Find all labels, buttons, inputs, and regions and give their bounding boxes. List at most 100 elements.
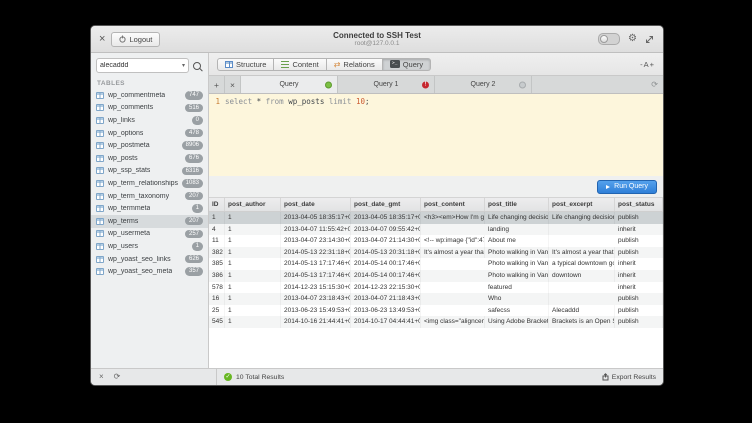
result-cell: 2013-04-07 23:18:43+0 <box>281 293 351 305</box>
result-cell: 1 <box>209 212 225 224</box>
column-header[interactable]: post_author <box>225 198 281 211</box>
sidebar-table-item[interactable]: wp_ssp_stats 6316 <box>91 165 208 178</box>
result-cell: 2014-05-13 22:31:18+0 <box>281 247 351 259</box>
run-query-button[interactable]: Run Query <box>597 180 657 194</box>
result-cell: Using Adobe Brackets as <box>485 316 549 328</box>
sidebar-table-item[interactable]: wp_comments 516 <box>91 102 208 115</box>
results-table: IDpost_authorpost_datepost_date_gmtpost_… <box>209 198 663 368</box>
result-cell: 2013-04-05 18:35:17+0 <box>281 212 351 224</box>
result-row[interactable]: 112013-04-05 18:35:17+02013-04-05 18:35:… <box>209 212 663 224</box>
sidebar-table-item[interactable]: wp_termmeta 1 <box>91 202 208 215</box>
sidebar-table-item[interactable]: wp_options 478 <box>91 127 208 140</box>
remove-table-button[interactable]: × <box>99 373 104 381</box>
add-query-tab-button[interactable]: + <box>209 76 225 93</box>
result-row[interactable]: 1612013-04-07 23:18:43+02013-04-07 21:18… <box>209 293 663 305</box>
result-cell: publish <box>615 212 663 224</box>
result-cell: 2014-10-17 04:44:41+0 <box>351 316 421 328</box>
sidebar-table-item[interactable]: wp_yoast_seo_links 626 <box>91 253 208 266</box>
sidebar-table-item[interactable]: wp_links 0 <box>91 114 208 127</box>
table-count-badge: 257 <box>185 230 203 239</box>
result-cell: 4 <box>209 224 225 236</box>
result-row[interactable]: 57812014-12-23 15:15:30+02014-12-23 22:1… <box>209 282 663 294</box>
sql-token: wp_posts <box>288 97 329 106</box>
table-icon <box>96 180 104 187</box>
sql-editor[interactable]: 1 select * from wp_posts limit 10; <box>209 94 663 176</box>
column-header[interactable]: post_date <box>281 198 351 211</box>
result-cell: 16 <box>209 293 225 305</box>
table-name: wp_term_taxonomy <box>108 193 169 200</box>
result-cell: 2013-04-07 11:55:42+0 <box>281 224 351 236</box>
table-name: wp_users <box>108 243 138 250</box>
table-icon <box>96 193 104 200</box>
view-button[interactable]: Content <box>274 58 326 71</box>
structure-icon <box>225 61 233 68</box>
sidebar-table-item[interactable]: wp_yoast_seo_meta 357 <box>91 265 208 278</box>
result-row[interactable]: 38512014-05-13 17:17:46+02014-05-14 00:1… <box>209 258 663 270</box>
search-icon[interactable] <box>193 62 201 70</box>
export-results-button[interactable]: Export Results <box>602 373 656 381</box>
results-header-row: IDpost_authorpost_datepost_date_gmtpost_… <box>209 198 663 212</box>
query-tab[interactable]: Query 1 ! <box>338 76 435 93</box>
result-cell: 2014-05-13 17:17:46+0 <box>281 258 351 270</box>
view-button-label: Content <box>292 60 318 69</box>
sidebar-table-item[interactable]: wp_commentmeta 747 <box>91 89 208 102</box>
column-header[interactable]: post_status <box>615 198 663 211</box>
result-row[interactable]: 38212014-05-13 22:31:18+02014-05-13 20:3… <box>209 247 663 259</box>
result-row[interactable]: 2512013-06-23 15:49:53+02013-06-23 13:49… <box>209 305 663 317</box>
close-query-tab-button[interactable]: × <box>225 76 241 93</box>
close-window-button[interactable]: × <box>99 34 105 45</box>
result-cell: 2014-05-13 17:17:46+0 <box>281 270 351 282</box>
column-header[interactable]: ID <box>209 198 225 211</box>
table-icon <box>96 268 104 275</box>
table-icon <box>96 104 104 111</box>
sidebar-table-item[interactable]: wp_terms 207 <box>91 215 208 228</box>
window-subtitle: root@127.0.0.1 <box>333 40 421 47</box>
search-input[interactable] <box>100 62 180 69</box>
results-empty-space <box>209 328 663 368</box>
column-header[interactable]: post_date_gmt <box>351 198 421 211</box>
logout-button[interactable]: Logout <box>111 32 160 47</box>
result-cell: downtown <box>549 270 615 282</box>
result-cell: inherit <box>615 270 663 282</box>
query-tab-status-icon <box>325 81 332 88</box>
sidebar-table-item[interactable]: wp_posts 676 <box>91 152 208 165</box>
theme-toggle[interactable] <box>598 33 620 45</box>
play-icon <box>606 185 610 189</box>
result-row[interactable]: 54512014-10-16 21:44:41+02014-10-17 04:4… <box>209 316 663 328</box>
table-count-badge: 207 <box>185 217 203 226</box>
font-size-control[interactable]: -A+ <box>640 60 655 69</box>
reload-tables-icon[interactable]: ⟳ <box>114 373 121 381</box>
view-button[interactable]: >_ Query <box>383 58 431 71</box>
column-header[interactable]: post_content <box>421 198 485 211</box>
toggle-knob <box>600 35 608 43</box>
view-button[interactable]: ⇄ Relations <box>327 58 383 71</box>
view-button[interactable]: Structure <box>217 58 274 71</box>
query-tab[interactable]: Query <box>241 76 338 93</box>
result-row[interactable]: 412013-04-07 11:55:42+02013-04-07 09:55:… <box>209 224 663 236</box>
table-name: wp_yoast_seo_meta <box>108 268 172 275</box>
sidebar-table-item[interactable]: wp_postmeta 8906 <box>91 139 208 152</box>
result-cell: 1 <box>225 316 281 328</box>
table-name: wp_usermeta <box>108 230 150 237</box>
sidebar-table-item[interactable]: wp_users 1 <box>91 240 208 253</box>
table-count-badge: 0 <box>192 116 203 125</box>
query-tab[interactable]: Query 2 <box>435 76 532 93</box>
sidebar-table-item[interactable]: wp_term_taxonomy 207 <box>91 190 208 203</box>
column-header[interactable]: post_excerpt <box>549 198 615 211</box>
table-count-badge: 1 <box>192 204 203 213</box>
sidebar-table-item[interactable]: wp_term_relationships 1083 <box>91 177 208 190</box>
result-cell: publish <box>615 316 663 328</box>
result-row[interactable]: 38612014-05-13 17:17:46+02014-05-14 00:1… <box>209 270 663 282</box>
sql-token: 10 <box>356 97 365 106</box>
query-tab-status-icon: ! <box>422 81 429 88</box>
gear-icon[interactable]: ⚙ <box>628 34 637 44</box>
search-combobox[interactable]: ▾ <box>96 58 189 73</box>
result-cell: a typical downtown goose <box>549 258 615 270</box>
sidebar-table-item[interactable]: wp_usermeta 257 <box>91 228 208 241</box>
window-title: Connected to SSH Test <box>333 31 421 40</box>
resize-icon[interactable] <box>645 35 654 44</box>
result-cell: Photo walking in Vancouv <box>485 258 549 270</box>
refresh-icon[interactable]: ⟳ <box>646 80 663 89</box>
column-header[interactable]: post_title <box>485 198 549 211</box>
result-row[interactable]: 1112013-04-07 23:14:30+02013-04-07 21:14… <box>209 235 663 247</box>
